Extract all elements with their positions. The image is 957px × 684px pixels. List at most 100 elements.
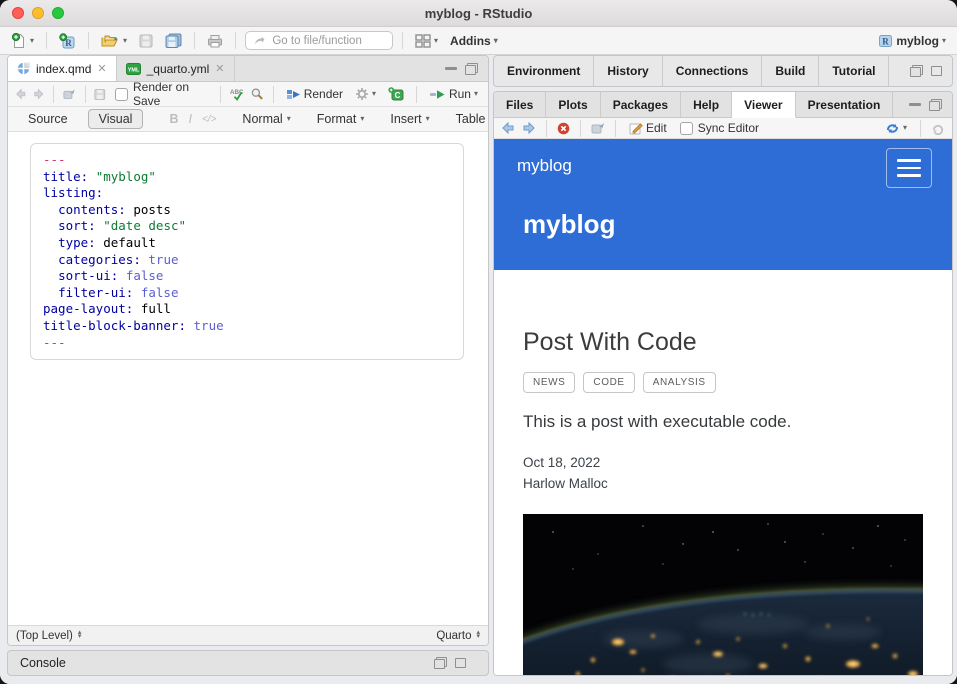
- post-title-link[interactable]: Post With Code: [523, 328, 923, 357]
- visual-editor-body[interactable]: ---title: "myblog"listing: contents: pos…: [8, 132, 488, 625]
- tag-pill[interactable]: NEWS: [523, 372, 575, 393]
- viewer-content[interactable]: myblog myblog Post With Code NEWS CODE: [494, 139, 952, 675]
- tab-plots[interactable]: Plots: [546, 92, 600, 117]
- code-token: contents:: [58, 202, 126, 217]
- render-on-save-checkbox[interactable]: [115, 88, 128, 101]
- minimize-pane-icon[interactable]: [909, 103, 921, 106]
- code-token: [133, 285, 141, 300]
- goto-file-search[interactable]: [245, 31, 393, 50]
- sync-editor-checkbox[interactable]: [680, 122, 693, 135]
- code-token: posts: [126, 202, 171, 217]
- tag-pill[interactable]: ANALYSIS: [643, 372, 716, 393]
- stop-icon[interactable]: [557, 122, 570, 135]
- sync-viewer-button[interactable]: ▾: [882, 120, 910, 137]
- tab-index-qmd[interactable]: index.qmd ✕: [8, 56, 117, 81]
- tab-connections[interactable]: Connections: [663, 56, 763, 86]
- open-new-window-icon[interactable]: [591, 122, 605, 134]
- render-settings-button[interactable]: ▾: [352, 85, 379, 103]
- goto-file-input[interactable]: [270, 34, 384, 48]
- tab-presentation[interactable]: Presentation: [796, 92, 894, 117]
- toolbar-separator: [615, 120, 616, 137]
- code-token: true: [194, 318, 224, 333]
- insert-menu[interactable]: Insert▾: [390, 112, 429, 126]
- maximize-pane-icon[interactable]: [929, 99, 942, 111]
- tag-pill[interactable]: CODE: [583, 372, 634, 393]
- code-token: "myblog": [96, 169, 156, 184]
- paragraph-style-value: Normal: [242, 112, 282, 126]
- tab-files[interactable]: Files: [494, 92, 546, 117]
- save-button[interactable]: [136, 32, 156, 50]
- viewer-forward-icon[interactable]: [522, 122, 536, 134]
- print-icon: [207, 34, 223, 48]
- tab-help[interactable]: Help: [681, 92, 732, 117]
- console-title: Console: [20, 656, 66, 670]
- tab-history[interactable]: History: [594, 56, 662, 86]
- tab-tutorial[interactable]: Tutorial: [819, 56, 889, 86]
- post-thumbnail-earth-image[interactable]: [523, 514, 923, 675]
- open-file-button[interactable]: ▾: [98, 32, 130, 50]
- open-new-window-icon[interactable]: [63, 88, 75, 100]
- refresh-icon[interactable]: [931, 122, 945, 135]
- hamburger-menu-button[interactable]: [886, 148, 932, 188]
- scope-selector[interactable]: (Top Level)▴▾: [16, 630, 81, 642]
- new-file-button[interactable]: ▾: [8, 31, 37, 51]
- minimize-pane-icon[interactable]: [445, 67, 457, 70]
- spellcheck-icon[interactable]: ABC: [230, 87, 245, 102]
- code-token: title-block-banner:: [43, 318, 186, 333]
- format-menu[interactable]: Format▾: [317, 112, 365, 126]
- run-label: Run: [449, 87, 471, 101]
- maximize-pane-icon[interactable]: [465, 63, 478, 75]
- project-menu-button[interactable]: R myblog ▾: [875, 32, 949, 50]
- paragraph-style-dropdown[interactable]: Normal▾: [242, 112, 290, 126]
- blog-navbar-brand[interactable]: myblog: [517, 156, 572, 176]
- save-all-button[interactable]: [162, 31, 185, 50]
- maximize-pane-icon[interactable]: [931, 66, 942, 76]
- maximize-console-icon[interactable]: [455, 658, 466, 668]
- run-button[interactable]: Run ▾: [426, 85, 481, 103]
- svg-text:C: C: [395, 91, 401, 100]
- run-caret-icon: ▾: [474, 90, 478, 98]
- forward-icon[interactable]: [33, 88, 45, 100]
- visual-mode-button[interactable]: Visual: [88, 109, 144, 129]
- code-line: ---: [43, 152, 451, 169]
- code-line: categories: true: [43, 252, 451, 269]
- filetype-stepper-icon: ▴▾: [476, 631, 480, 640]
- save-icon[interactable]: [94, 88, 106, 101]
- render-on-save-toggle[interactable]: Render on Save: [112, 78, 211, 110]
- code-token: ---: [43, 152, 66, 167]
- code-button[interactable]: </>: [202, 114, 216, 125]
- addins-button[interactable]: Addins ▾: [447, 32, 501, 50]
- search-icon[interactable]: [251, 87, 263, 101]
- edit-button[interactable]: Edit: [626, 119, 670, 137]
- close-tab-icon[interactable]: ✕: [97, 62, 106, 75]
- tab-viewer[interactable]: Viewer: [732, 92, 795, 118]
- insert-chunk-icon: C: [388, 87, 404, 101]
- render-settings-caret-icon: ▾: [372, 90, 376, 98]
- tab-environment[interactable]: Environment: [494, 56, 594, 86]
- bold-button[interactable]: B: [169, 112, 178, 126]
- restore-pane-icon[interactable]: [910, 65, 923, 77]
- tab-build[interactable]: Build: [762, 56, 819, 86]
- render-button[interactable]: Render: [283, 85, 346, 103]
- viewer-back-icon[interactable]: [501, 122, 515, 134]
- close-tab-icon[interactable]: ✕: [215, 62, 224, 75]
- italic-button[interactable]: I: [188, 112, 191, 126]
- save-icon: [139, 34, 153, 48]
- back-icon[interactable]: [15, 88, 27, 100]
- source-mode-button[interactable]: Source: [18, 110, 78, 128]
- sync-editor-toggle[interactable]: Sync Editor: [677, 119, 762, 137]
- table-menu[interactable]: Table▾: [456, 112, 489, 126]
- hamburger-icon: [897, 159, 921, 162]
- print-button[interactable]: [204, 32, 226, 50]
- restore-console-icon[interactable]: [434, 657, 447, 669]
- insert-chunk-button[interactable]: C: [385, 85, 407, 103]
- filetype-selector[interactable]: Quarto▴▾: [436, 630, 480, 642]
- yaml-front-matter-block[interactable]: ---title: "myblog"listing: contents: pos…: [30, 143, 464, 360]
- new-project-button[interactable]: R: [56, 31, 79, 51]
- tab-packages[interactable]: Packages: [601, 92, 681, 117]
- post-date: Oct 18, 2022: [523, 455, 923, 470]
- workspace-panes-button[interactable]: ▾: [412, 32, 441, 50]
- new-file-icon: [11, 33, 27, 49]
- console-pane-header[interactable]: Console: [7, 650, 489, 676]
- dropdown-caret-icon: ▾: [360, 115, 364, 123]
